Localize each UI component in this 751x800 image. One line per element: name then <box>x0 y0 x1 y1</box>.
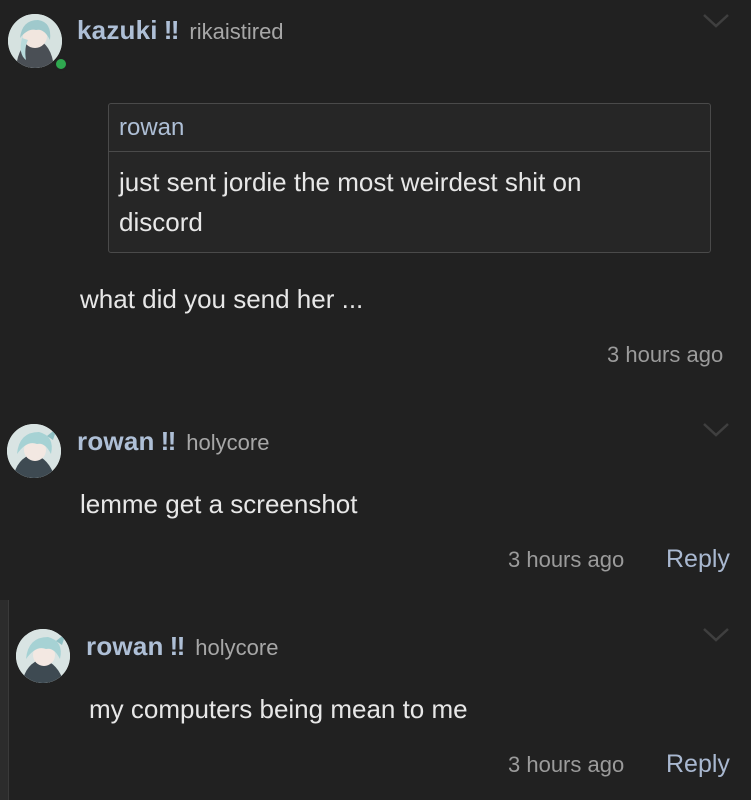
comment-header: rowan ‼ holycore <box>86 631 278 662</box>
username-handle[interactable]: holycore <box>195 635 278 661</box>
chevron-down-icon[interactable] <box>701 626 731 644</box>
display-name[interactable]: rowan <box>86 631 164 662</box>
badge-glyph: ‼ <box>169 631 186 661</box>
comment-rowan-2: rowan ‼ holycore my computers being mean… <box>0 0 751 800</box>
timestamp: 3 hours ago <box>508 752 625 777</box>
comment-body: my computers being mean to me <box>89 694 468 724</box>
avatar[interactable] <box>16 629 70 683</box>
reply-button[interactable]: Reply <box>666 750 730 779</box>
